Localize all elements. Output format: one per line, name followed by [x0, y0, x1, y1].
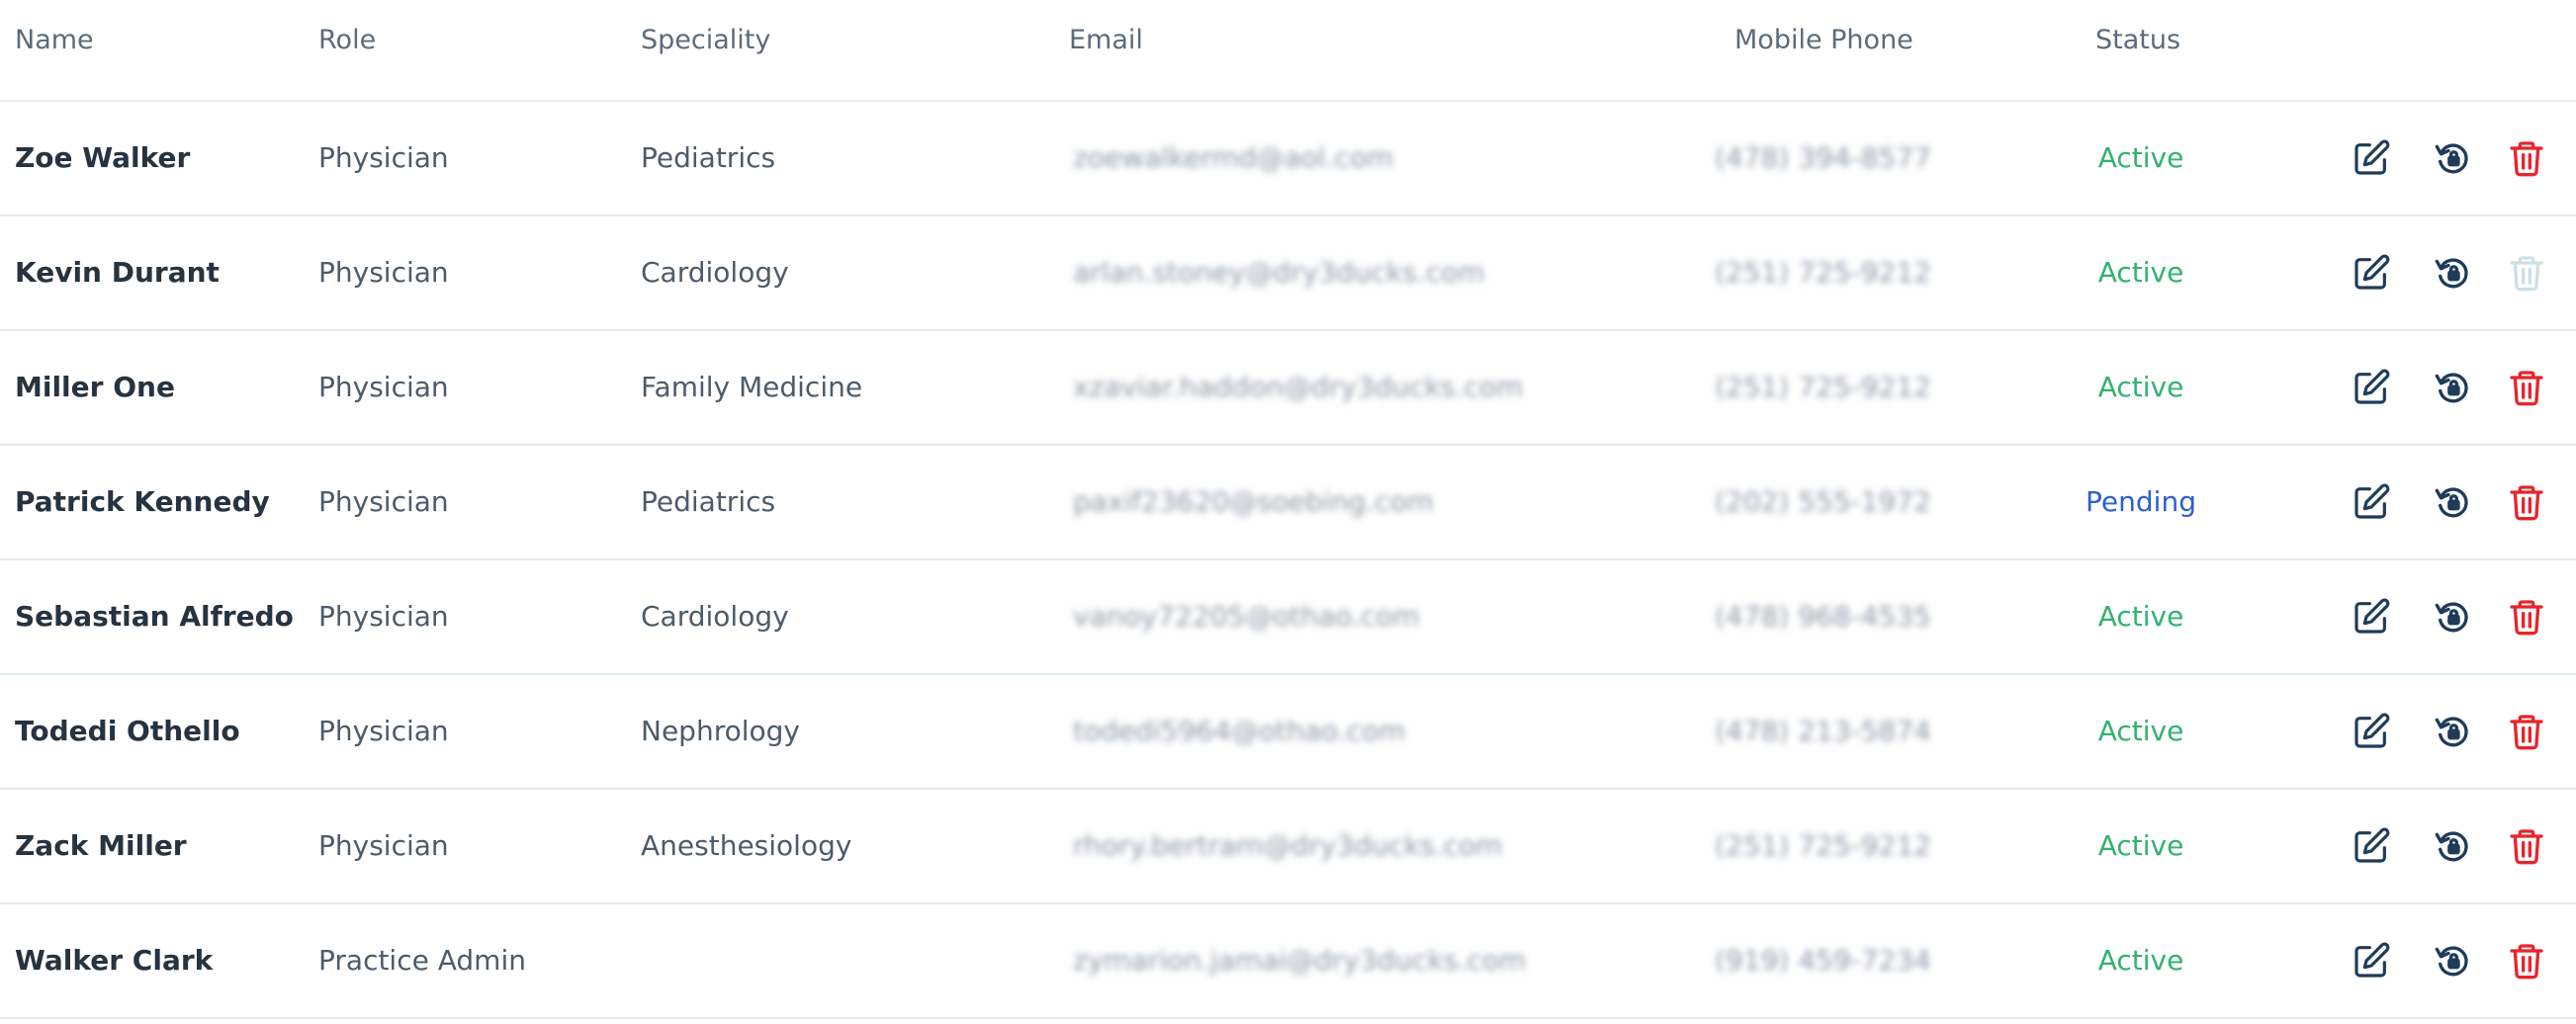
trash-icon[interactable] [2507, 712, 2546, 751]
user-mobile-phone: (251) 725-9212 [1715, 256, 1931, 289]
user-role: Physician [318, 256, 449, 289]
user-mobile-phone: (251) 725-9212 [1715, 829, 1931, 862]
user-speciality: Family Medicine [641, 371, 863, 403]
status-badge: Active [2097, 944, 2184, 977]
table-row: Sebastian Alfredo Physician Cardiology vano… [0, 560, 2576, 675]
table-row: Walker Clark Practice Admin zymarion.jamai… [0, 904, 2576, 1019]
reset-password-icon[interactable] [2434, 941, 2473, 981]
column-header-mobile-phone[interactable]: Mobile Phone [1734, 25, 1913, 55]
column-header-speciality[interactable]: Speciality [641, 25, 770, 55]
user-name: Patrick Kennedy [15, 485, 270, 518]
edit-icon[interactable] [2352, 138, 2391, 178]
edit-icon[interactable] [2352, 482, 2391, 522]
reset-password-icon[interactable] [2434, 482, 2473, 522]
status-badge: Active [2097, 715, 2184, 747]
user-speciality: Nephrology [641, 715, 800, 747]
user-role: Physician [318, 715, 449, 747]
table-row: Miller One Physician Family Medicine xzavia… [0, 331, 2576, 446]
user-role: Physician [318, 371, 449, 403]
user-name: Zack Miller [15, 829, 187, 862]
edit-icon[interactable] [2352, 368, 2391, 407]
edit-icon[interactable] [2352, 253, 2391, 293]
user-role: Physician [318, 141, 449, 174]
user-mobile-phone: (919) 459-7234 [1715, 944, 1931, 977]
column-header-email[interactable]: Email [1069, 25, 1143, 55]
user-speciality: Cardiology [641, 256, 789, 289]
user-name: Walker Clark [15, 944, 214, 977]
table-row: Todedi Othello Physician Nephrology todedi5… [0, 675, 2576, 790]
status-badge: Active [2097, 829, 2184, 862]
user-mobile-phone: (251) 725-9212 [1715, 371, 1931, 403]
trash-icon[interactable] [2507, 597, 2546, 637]
user-mobile-phone: (202) 555-1972 [1715, 485, 1931, 518]
column-header-name[interactable]: Name [15, 25, 94, 55]
user-email: vanoy72205@othao.com [1073, 600, 1420, 633]
user-speciality: Pediatrics [641, 141, 776, 174]
user-name: Todedi Othello [15, 715, 240, 747]
user-role: Physician [318, 600, 449, 633]
user-email: zymarion.jamai@dry3ducks.com [1073, 944, 1527, 977]
status-badge: Active [2097, 141, 2184, 174]
table-row: Patrick Kennedy Physician Pediatrics paxif2… [0, 446, 2576, 560]
table-row: Zoe Walker Physician Pediatrics zoewalkermd… [0, 102, 2576, 216]
user-name: Kevin Durant [15, 256, 220, 289]
user-speciality: Cardiology [641, 600, 789, 633]
user-email: xzaviar.haddon@dry3ducks.com [1073, 371, 1524, 403]
table-row: Kevin Durant Physician Cardiology arlan.sto… [0, 216, 2576, 331]
status-badge: Active [2097, 371, 2184, 403]
status-badge: Pending [2086, 485, 2196, 518]
trash-icon[interactable] [2507, 368, 2546, 407]
column-header-status[interactable]: Status [2095, 25, 2180, 55]
user-email: paxif23620@soebing.com [1073, 485, 1434, 518]
users-table: Name Role Speciality Email Mobile Phone … [0, 0, 2576, 1024]
user-email: arlan.stoney@dry3ducks.com [1073, 256, 1485, 289]
trash-icon[interactable] [2507, 138, 2546, 178]
column-header-role[interactable]: Role [318, 25, 376, 55]
user-email: zoewalkermd@aol.com [1073, 141, 1394, 174]
trash-icon[interactable] [2507, 941, 2546, 981]
user-role: Physician [318, 485, 449, 518]
edit-icon[interactable] [2352, 941, 2391, 981]
user-name: Zoe Walker [15, 141, 191, 174]
user-email: rhory.bertram@dry3ducks.com [1073, 829, 1503, 862]
user-role: Practice Admin [318, 944, 526, 977]
reset-password-icon[interactable] [2434, 368, 2473, 407]
edit-icon[interactable] [2352, 826, 2391, 866]
edit-icon[interactable] [2352, 597, 2391, 637]
table-row: Zack Miller Physician Anesthesiology rhory.… [0, 790, 2576, 904]
user-name: Miller One [15, 371, 175, 403]
user-mobile-phone: (478) 213-5874 [1715, 715, 1931, 747]
user-role: Physician [318, 829, 449, 862]
trash-icon[interactable] [2507, 826, 2546, 866]
user-email: todedi5964@othao.com [1073, 715, 1406, 747]
reset-password-icon[interactable] [2434, 253, 2473, 293]
status-badge: Active [2097, 256, 2184, 289]
reset-password-icon[interactable] [2434, 597, 2473, 637]
user-mobile-phone: (478) 394-8577 [1715, 141, 1931, 174]
edit-icon[interactable] [2352, 712, 2391, 751]
user-name: Sebastian Alfredo [15, 600, 294, 633]
status-badge: Active [2097, 600, 2184, 633]
reset-password-icon[interactable] [2434, 826, 2473, 866]
user-speciality: Pediatrics [641, 485, 776, 518]
table-header: Name Role Speciality Email Mobile Phone … [0, 0, 2576, 102]
reset-password-icon[interactable] [2434, 138, 2473, 178]
trash-icon [2507, 253, 2546, 293]
trash-icon[interactable] [2507, 482, 2546, 522]
user-speciality: Anesthesiology [641, 829, 852, 862]
user-mobile-phone: (478) 968-4535 [1715, 600, 1931, 633]
reset-password-icon[interactable] [2434, 712, 2473, 751]
